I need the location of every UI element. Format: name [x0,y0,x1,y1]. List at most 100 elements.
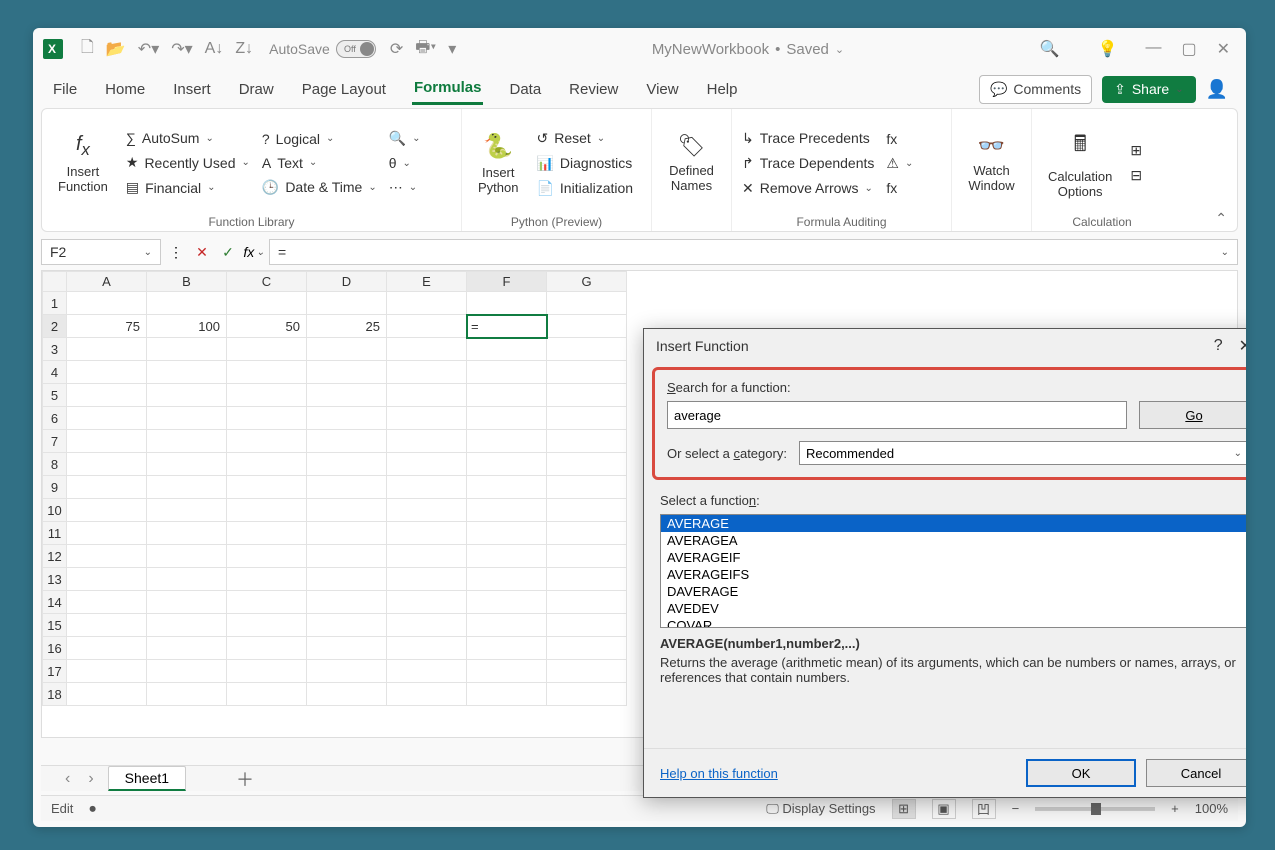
cell-G6[interactable] [547,407,627,430]
cell-F13[interactable] [467,568,547,591]
recently-used-button[interactable]: ★Recently Used⌄ [126,154,250,171]
cell-C9[interactable] [227,476,307,499]
cell-A7[interactable] [67,430,147,453]
cell-C2[interactable]: 50 [227,315,307,338]
row-header-2[interactable]: 2 [43,315,67,338]
function-list-item[interactable]: AVERAGEA [661,532,1246,549]
function-list-item[interactable]: AVERAGE [661,515,1246,532]
cell-F15[interactable] [467,614,547,637]
cell-D15[interactable] [307,614,387,637]
cell-B3[interactable] [147,338,227,361]
autosave-control[interactable]: AutoSave Off [269,40,376,58]
cell-B11[interactable] [147,522,227,545]
cell-G2[interactable] [547,315,627,338]
display-settings-button[interactable]: 🖵 Display Settings [766,801,875,817]
help-on-function-link[interactable]: Help on this function [660,766,778,781]
lightbulb-icon[interactable]: 💡 [1098,39,1118,59]
cell-E12[interactable] [387,545,467,568]
cell-A10[interactable] [67,499,147,522]
cell-D7[interactable] [307,430,387,453]
col-header-F[interactable]: F [467,272,547,292]
cell-A3[interactable] [67,338,147,361]
cell-G3[interactable] [547,338,627,361]
zoom-slider[interactable] [1035,807,1155,811]
cell-F11[interactable] [467,522,547,545]
cell-E13[interactable] [387,568,467,591]
sheet-nav-next[interactable]: › [84,770,97,788]
sheet-nav-prev[interactable]: ‹ [61,770,74,788]
cell-A14[interactable] [67,591,147,614]
cell-A17[interactable] [67,660,147,683]
share-button[interactable]: ⇪ Share ⌄ [1102,76,1195,103]
cell-G15[interactable] [547,614,627,637]
cell-E10[interactable] [387,499,467,522]
undo-icon[interactable]: ↶▾ [138,39,159,59]
add-sheet-button[interactable]: ＋ [236,766,254,792]
enter-formula-button[interactable]: ✓ [217,241,239,263]
function-list-item[interactable]: AVERAGEIF [661,549,1246,566]
fx-button[interactable]: fx⌄ [243,241,265,263]
col-header-G[interactable]: G [547,272,627,292]
page-layout-view-button[interactable]: ▣ [932,799,956,819]
row-header-18[interactable]: 18 [43,683,67,706]
cell-C3[interactable] [227,338,307,361]
cell-F17[interactable] [467,660,547,683]
cell-D12[interactable] [307,545,387,568]
cell-B2[interactable]: 100 [147,315,227,338]
diagnostics-button[interactable]: 📊Diagnostics [536,155,633,172]
cell-A6[interactable] [67,407,147,430]
fbar-options-icon[interactable]: ⋮ [165,241,187,263]
search-icon[interactable]: 🔍 [1040,39,1060,59]
cell-C15[interactable] [227,614,307,637]
cell-C7[interactable] [227,430,307,453]
cell-B13[interactable] [147,568,227,591]
evaluate-formula-button[interactable]: fx [886,180,913,196]
col-header-A[interactable]: A [67,272,147,292]
comments-button[interactable]: 💬 Comments [979,75,1092,104]
cell-A9[interactable] [67,476,147,499]
cell-D16[interactable] [307,637,387,660]
cell-C18[interactable] [227,683,307,706]
cell-A13[interactable] [67,568,147,591]
tab-file[interactable]: File [51,75,79,104]
cell-B12[interactable] [147,545,227,568]
row-header-4[interactable]: 4 [43,361,67,384]
cell-F12[interactable] [467,545,547,568]
cell-G9[interactable] [547,476,627,499]
cell-A11[interactable] [67,522,147,545]
row-header-7[interactable]: 7 [43,430,67,453]
row-header-6[interactable]: 6 [43,407,67,430]
cell-F1[interactable] [467,292,547,315]
col-header-B[interactable]: B [147,272,227,292]
cell-D2[interactable]: 25 [307,315,387,338]
row-header-1[interactable]: 1 [43,292,67,315]
cell-B16[interactable] [147,637,227,660]
cell-D1[interactable] [307,292,387,315]
cell-D13[interactable] [307,568,387,591]
cell-E9[interactable] [387,476,467,499]
cell-C5[interactable] [227,384,307,407]
row-header-5[interactable]: 5 [43,384,67,407]
row-header-13[interactable]: 13 [43,568,67,591]
expand-formula-bar-icon[interactable]: ⌄ [1221,247,1229,258]
cell-E14[interactable] [387,591,467,614]
calc-now-button[interactable]: ⊞ [1130,142,1142,159]
dialog-help-button[interactable]: ? [1206,337,1231,355]
ok-button[interactable]: OK [1026,759,1136,787]
cell-G13[interactable] [547,568,627,591]
text-button[interactable]: AText⌄ [262,155,377,171]
sort-desc-icon[interactable]: Z↓ [235,40,253,58]
row-header-9[interactable]: 9 [43,476,67,499]
cell-G4[interactable] [547,361,627,384]
cell-B14[interactable] [147,591,227,614]
cell-F7[interactable] [467,430,547,453]
function-list-item[interactable]: AVERAGEIFS [661,566,1246,583]
cell-C12[interactable] [227,545,307,568]
math-button[interactable]: θ⌄ [389,155,421,171]
user-icon[interactable]: 👤 [1206,79,1228,100]
calc-options-button[interactable]: 🖩 Calculation Options [1042,115,1118,211]
cell-E7[interactable] [387,430,467,453]
cancel-button[interactable]: Cancel [1146,759,1246,787]
cell-D18[interactable] [307,683,387,706]
cell-D10[interactable] [307,499,387,522]
